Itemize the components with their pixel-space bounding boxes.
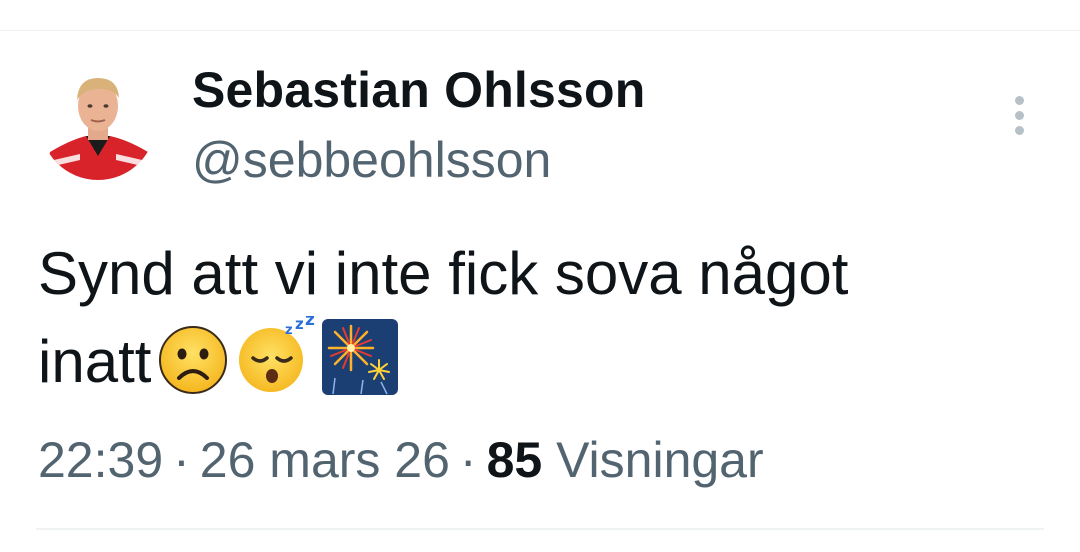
- tweet-text-line-1: Synd att vi inte fick sova något: [38, 240, 849, 307]
- sleeping-face-emoji: z z z: [239, 316, 315, 392]
- bottom-divider: [36, 528, 1044, 530]
- avatar[interactable]: [40, 64, 156, 180]
- fireworks-emoji: [322, 319, 399, 395]
- author-handle[interactable]: @sebbeohlsson: [192, 130, 551, 190]
- views-count: 85: [486, 432, 543, 488]
- tweet-meta: 22:39 · 26 mars 26 · 85 Visningar: [38, 430, 764, 490]
- svg-text:z: z: [305, 316, 315, 330]
- more-vertical-icon: [1015, 96, 1024, 105]
- more-vertical-icon-dot-3: [1015, 126, 1024, 135]
- views-label: Visningar: [556, 432, 764, 488]
- tweet-text-line-2-text: inatt: [38, 328, 152, 395]
- more-vertical-icon-dot-2: [1015, 111, 1024, 120]
- svg-text:z: z: [295, 316, 304, 333]
- tweet-time[interactable]: 22:39: [38, 432, 163, 488]
- more-button[interactable]: [1004, 94, 1036, 138]
- tweet-date[interactable]: 26 mars 26: [200, 432, 450, 488]
- tweet-text: Synd att vi inte fick sova något inatt z…: [38, 232, 1038, 404]
- avatar-image: [40, 64, 156, 180]
- meta-separator: ·: [173, 432, 190, 488]
- meta-separator: ·: [459, 432, 477, 488]
- author-display-name[interactable]: Sebastian Ohlsson: [192, 60, 646, 120]
- tweet-text-line-2: inatt z z z: [38, 316, 1038, 404]
- svg-text:z: z: [285, 323, 293, 338]
- frowning-face-emoji: [159, 326, 228, 394]
- top-divider: [0, 30, 1080, 31]
